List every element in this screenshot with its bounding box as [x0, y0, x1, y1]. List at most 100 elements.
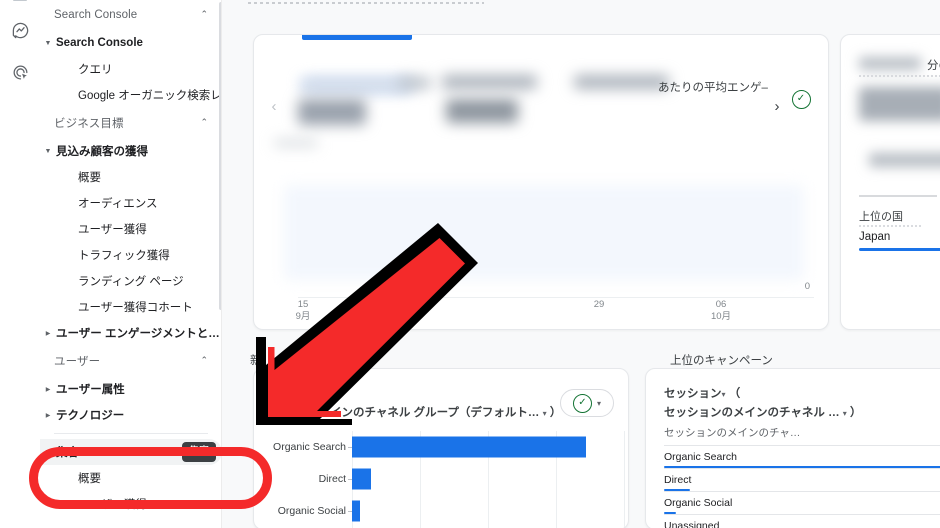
chevron-down-icon[interactable]: ▾: [543, 409, 547, 418]
sidebar-item-label: トラフィック獲得: [78, 250, 170, 262]
sidebar-item-item12[interactable]: 概要: [40, 465, 222, 491]
sidebar-divider: [54, 433, 208, 434]
overview-next-arrow[interactable]: ›: [766, 95, 788, 117]
top-dotted-rule: [248, 2, 484, 4]
tick-day: 15: [297, 299, 309, 310]
sidebar-item-item6[interactable]: ランディング ページ: [40, 268, 222, 294]
blurred-sparkline: [274, 140, 318, 146]
blurred-value-d: [446, 99, 518, 123]
sidebar-item-item7[interactable]: ユーザー獲得コホート: [40, 294, 222, 320]
realtime-country-bar: [859, 248, 940, 251]
bar-chart-row[interactable]: Direct: [254, 463, 628, 495]
advertising-icon[interactable]: [8, 60, 32, 84]
overview-axis-line: [298, 297, 814, 298]
sidebar-item-item0[interactable]: クエリ: [40, 56, 222, 82]
check-circle-icon: ✓: [791, 89, 811, 109]
sidebar-item-item10[interactable]: テクノロジー: [40, 402, 222, 428]
overview-x-tick: 29: [579, 299, 619, 311]
bar-chart-category-label: Organic Social: [277, 505, 346, 517]
sidebar-item-label: 概要: [78, 473, 101, 485]
campaign-row-label[interactable]: Organic Search: [664, 451, 737, 463]
bar-chart-bar[interactable]: [352, 500, 360, 522]
sidebar-item-item4[interactable]: ユーザー獲得: [40, 216, 222, 242]
chevron-down-icon[interactable]: ▾: [843, 409, 847, 418]
section-header-campaigns: 上位のキャンペーン: [670, 355, 773, 367]
bar-chart-row[interactable]: Organic Social: [254, 495, 628, 527]
icon-rail: [0, 0, 41, 528]
sidebar-item-item2[interactable]: 概要: [40, 164, 222, 190]
sidebar-section-header[interactable]: Search Console ⌃: [40, 0, 222, 30]
chevron-up-icon[interactable]: ⌃: [200, 9, 208, 19]
caret-down-icon[interactable]: [40, 40, 56, 47]
campaign-row-divider: [664, 491, 940, 492]
campaign-row-label[interactable]: Unassigned: [664, 520, 719, 528]
app-root: Search Console ⌃ Search Console クエリ Google オ…: [0, 0, 940, 528]
sidebar-item-item5[interactable]: トラフィック獲得: [40, 242, 222, 268]
sidebar-item-SearchConsol[interactable]: Search Console: [40, 30, 222, 56]
overview-prev-arrow[interactable]: ‹: [263, 95, 285, 117]
overview-status-badge[interactable]: ✓: [790, 88, 812, 110]
sidebar-item-label: Search Console: [56, 37, 143, 49]
chevron-down-icon[interactable]: ▾: [722, 390, 726, 399]
campaign-dimension[interactable]: セッションのメインのチャネル …: [664, 407, 840, 419]
sidebar-item-label: 見込み顧客の獲得: [56, 146, 148, 158]
bar-chart-bar[interactable]: [352, 468, 371, 490]
sidebar-item-item9[interactable]: ユーザー属性: [40, 376, 222, 402]
chevron-up-icon[interactable]: ⌃: [200, 355, 208, 365]
explore-trends-icon[interactable]: [8, 18, 32, 42]
realtime-country-label: Japan: [859, 231, 891, 243]
caret-down-icon[interactable]: [40, 148, 56, 155]
campaign-metric[interactable]: セッション: [664, 388, 722, 400]
sidebar-item-item8[interactable]: ユーザー エンゲージメントと…: [40, 320, 222, 346]
tick-month: 9月: [295, 311, 311, 322]
realtime-title: 分のアクティ: [927, 60, 940, 72]
caret-right-icon[interactable]: [40, 330, 56, 337]
content-area: ‹ › あたりの平均エンゲ– ✓ 0 159月 29 0610月 分のアクティ 上位…: [222, 0, 940, 528]
bar-chart-title-line1: –数（: [284, 389, 314, 401]
tick-day: 06: [715, 299, 727, 310]
caret-right-icon[interactable]: [40, 412, 56, 419]
campaign-row-label[interactable]: Organic Social: [664, 497, 732, 509]
campaign-row-divider: [664, 514, 940, 515]
blurred-realtime-sub: [869, 153, 940, 167]
campaign-list-title: セッション▾ （ セッションのメインのチャネル … ▾ ）: [664, 385, 862, 423]
realtime-divider: [859, 195, 937, 197]
bar-chart-row[interactable]: Organic Search: [254, 431, 628, 463]
overview-x-tick: 15 9月: [283, 299, 323, 323]
campaign-row-label[interactable]: Direct: [664, 474, 691, 486]
overview-card: ‹ › あたりの平均エンゲ– ✓ 0 15 9月 29 06 10月: [253, 34, 829, 330]
sidebar-item-item1[interactable]: 見込み顧客の獲得: [40, 138, 222, 164]
sidebar-item-item11[interactable]: 集客 集客: [40, 439, 222, 465]
rail-top-stub: [13, 0, 27, 1]
caret-down-icon[interactable]: [40, 449, 56, 456]
sidebar-item-label: クエリ: [78, 64, 113, 76]
campaign-column-header: セッションのメインのチャ… +: [664, 425, 940, 447]
section-header-new-users: 新: [250, 355, 262, 367]
sidebar: Search Console ⌃ Search Console クエリ Google オ…: [40, 0, 222, 528]
sidebar-item-label: オーディエンス: [78, 198, 158, 210]
tick-day: 29: [593, 299, 605, 310]
caret-right-icon[interactable]: [40, 386, 56, 393]
bar-chart-bar[interactable]: [352, 436, 586, 458]
blurred-metric-b: [302, 79, 410, 91]
chevron-up-icon[interactable]: ⌃: [200, 117, 208, 127]
bar-chart-dimension[interactable]: 最初のメインのチャネル グループ（デフォルト…: [284, 407, 539, 419]
sidebar-item-item13[interactable]: ユーザー獲得: [40, 491, 222, 517]
chevron-down-icon: ▾: [596, 398, 601, 408]
sidebar-item-Google[interactable]: Google オーガニック検索レ…: [40, 82, 222, 108]
sidebar-section-label: ビジネス目標: [54, 118, 124, 130]
bar-chart-status-dropdown[interactable]: ✓ ▾: [560, 389, 614, 417]
blurred-value-a: [298, 99, 366, 125]
sidebar-section-header[interactable]: ユーザー ⌃: [40, 346, 222, 376]
campaign-title-paren: （: [728, 388, 741, 400]
overview-metric-label: あたりの平均エンゲ–: [658, 82, 768, 94]
campaign-row-divider: [664, 468, 940, 469]
sidebar-item-label: Google オーガニック検索レ…: [78, 90, 222, 102]
campaign-list-card: セッション▾ （ セッションのメインのチャネル … ▾ ） ✓ ▾ セッションの…: [645, 368, 940, 528]
realtime-title-underline: [859, 75, 940, 77]
sidebar-item-item3[interactable]: オーディエンス: [40, 190, 222, 216]
sidebar-item-label: ユーザー獲得コホート: [78, 302, 193, 314]
sidebar-section-header[interactable]: ビジネス目標 ⌃: [40, 108, 222, 138]
channel-bar-chart-card: –数（ 最初のメインのチャネル グループ（デフォルト… ▾ ） ✓ ▾ Orga…: [253, 368, 629, 528]
sidebar-item-label: ユーザー エンゲージメントと…: [56, 328, 220, 340]
